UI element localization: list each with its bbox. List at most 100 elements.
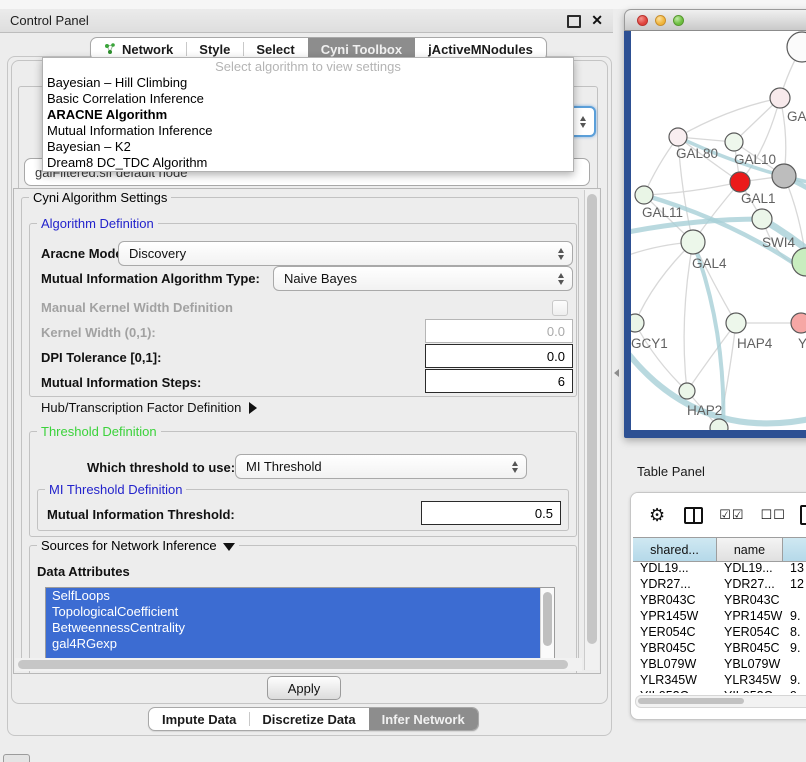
node-gal4[interactable]	[681, 230, 705, 254]
node-green-right[interactable]	[792, 248, 806, 276]
table-row[interactable]: YIL052CYIL052C9	[633, 688, 806, 693]
table-header: shared...nameA	[633, 537, 806, 562]
bottom-left-button-fragment[interactable]	[3, 754, 30, 762]
table-cell: 9.	[783, 640, 806, 656]
table-row[interactable]: YDL19...YDL19...13	[633, 560, 806, 576]
settings-vertical-scrollbar[interactable]	[584, 190, 599, 670]
manual-kernel-checkbox	[552, 300, 568, 316]
network-edge[interactable]	[678, 98, 780, 137]
node-swi4[interactable]	[752, 209, 772, 229]
table-cell: YBL079W	[717, 656, 783, 672]
attribute-item[interactable]: TopologicalCoefficient	[46, 604, 540, 620]
close-window-icon[interactable]	[637, 15, 648, 26]
tab-discretize-data[interactable]: Discretize Data	[249, 708, 368, 730]
network-window-frame: GALGAL80GAL10GAL1SWI4GAL11GAL4GCY1HAP4YH…	[624, 31, 806, 438]
document-icon[interactable]	[800, 505, 806, 525]
table-cell: YDR27...	[633, 576, 717, 592]
float-window-icon[interactable]	[567, 15, 581, 28]
node-label: GAL4	[692, 256, 727, 271]
columns-icon[interactable]	[684, 507, 703, 524]
network-edge[interactable]	[635, 323, 687, 391]
table-row[interactable]: YBL079WYBL079W	[633, 656, 806, 672]
settings-horizontal-scrollbar[interactable]	[15, 658, 582, 671]
apply-button[interactable]: Apply	[267, 676, 341, 700]
network-edge[interactable]	[644, 182, 740, 195]
tab-infer-network[interactable]: Infer Network	[369, 708, 478, 730]
attributes-list-scrollbar[interactable]	[540, 588, 554, 660]
node-gal11[interactable]	[635, 186, 653, 204]
column-header-name[interactable]: name	[717, 538, 783, 561]
data-attributes-list: SelfLoopsTopologicalCoefficientBetweenne…	[45, 587, 555, 661]
hub-definition-toggle[interactable]: Hub/Transcription Factor Definition	[41, 400, 257, 415]
mi-threshold-field[interactable]: 0.5	[421, 501, 561, 525]
attribute-item[interactable]: gal4RGexp	[46, 636, 540, 652]
chevron-right-icon	[249, 402, 257, 414]
dpi-tolerance-label: DPI Tolerance [0,1]:	[41, 350, 161, 365]
attribute-item[interactable]: SelfLoops	[46, 588, 540, 604]
column-header-shared-[interactable]: shared...	[633, 538, 717, 561]
node-gray[interactable]	[772, 164, 796, 188]
node-gal-pink[interactable]	[770, 88, 790, 108]
checked-pair-icon[interactable]: ☑☑	[719, 508, 744, 523]
window-traffic-lights	[637, 15, 684, 26]
attribute-item[interactable]: BetweennessCentrality	[46, 620, 540, 636]
close-icon[interactable]: ✕	[591, 12, 603, 29]
mi-steps-field[interactable]: 6	[425, 369, 573, 393]
node-hap2[interactable]	[679, 383, 695, 399]
node-label: GAL	[787, 109, 806, 124]
dpi-tolerance-field[interactable]: 0.0	[425, 344, 573, 368]
table-row[interactable]: YLR345WYLR345W9.	[633, 672, 806, 688]
tab-label: Network	[122, 42, 173, 57]
dropdown-option[interactable]: Dream8 DC_TDC Algorithm	[43, 155, 573, 171]
column-header-a[interactable]: A	[783, 538, 806, 561]
aracne-mode-combo[interactable]: Discovery	[118, 241, 573, 266]
node-gal1-red[interactable]	[730, 172, 750, 192]
table-cell	[783, 656, 806, 672]
mi-type-combo[interactable]: Naive Bayes	[273, 266, 573, 291]
network-canvas[interactable]: GALGAL80GAL10GAL1SWI4GAL11GAL4GCY1HAP4YH…	[631, 31, 806, 430]
tab-label: jActiveMNodules	[428, 42, 533, 57]
dropdown-option[interactable]: Bayesian – Hill Climbing	[43, 75, 573, 91]
table-cell: 12	[783, 576, 806, 592]
node-hap4[interactable]	[726, 313, 746, 333]
node-label: HAP4	[737, 336, 773, 351]
table-cell: YER054C	[717, 624, 783, 640]
node-label: GAL10	[734, 152, 776, 167]
gear-icon[interactable]: ⚙	[649, 505, 665, 526]
sources-toggle[interactable]: Sources for Network Inference	[37, 538, 239, 553]
control-panel-titlebar: Control Panel ✕	[0, 9, 613, 33]
node-gal10[interactable]	[725, 133, 743, 151]
dropdown-option[interactable]: Basic Correlation Inference	[43, 91, 573, 107]
network-edge[interactable]	[687, 323, 736, 391]
table-horizontal-scrollbar[interactable]	[635, 695, 806, 708]
network-window-titlebar[interactable]	[624, 9, 806, 31]
splitter-collapse-icon[interactable]	[614, 369, 619, 377]
app-root: Control Panel ✕ NetworkStyleSelectCyni T…	[0, 0, 806, 762]
table-row[interactable]: YBR043CYBR043C	[633, 592, 806, 608]
kernel-width-label: Kernel Width (0,1):	[41, 325, 156, 340]
dropdown-option[interactable]: Mutual Information Inference	[43, 123, 573, 139]
mi-steps-label: Mutual Information Steps:	[41, 375, 201, 390]
node-unlabeled-top[interactable]	[787, 32, 806, 62]
table-toolbar: ⚙ ☑☑ ☐☐	[631, 493, 806, 537]
unchecked-pair-icon[interactable]: ☐☐	[760, 508, 785, 523]
network-edge[interactable]	[644, 137, 678, 195]
table-row[interactable]: YDR27...YDR27...12	[633, 576, 806, 592]
data-attributes-items: SelfLoopsTopologicalCoefficientBetweenne…	[46, 588, 540, 660]
which-threshold-combo[interactable]: MI Threshold	[235, 454, 527, 479]
zoom-window-icon[interactable]	[673, 15, 684, 26]
node-salmon[interactable]	[791, 313, 806, 333]
algorithm-dropdown-placeholder[interactable]: Select algorithm to view settings	[43, 58, 573, 75]
table-row[interactable]: YBR045CYBR045C9.	[633, 640, 806, 656]
minimize-window-icon[interactable]	[655, 15, 666, 26]
table-row[interactable]: YER054CYER054C8.	[633, 624, 806, 640]
manual-kernel-label: Manual Kernel Width Definition	[41, 300, 233, 315]
node-gal80[interactable]	[669, 128, 687, 146]
cyni-algorithm-settings-title: Cyni Algorithm Settings	[29, 190, 171, 205]
table-row[interactable]: YPR145WYPR145W9.	[633, 608, 806, 624]
tab-impute-data[interactable]: Impute Data	[149, 708, 249, 730]
dropdown-option[interactable]: ARACNE Algorithm	[43, 107, 573, 123]
dropdown-option[interactable]: Bayesian – K2	[43, 139, 573, 155]
node-gcy1[interactable]	[631, 314, 644, 332]
algorithm-dropdown: Select algorithm to view settings Bayesi…	[42, 57, 574, 172]
